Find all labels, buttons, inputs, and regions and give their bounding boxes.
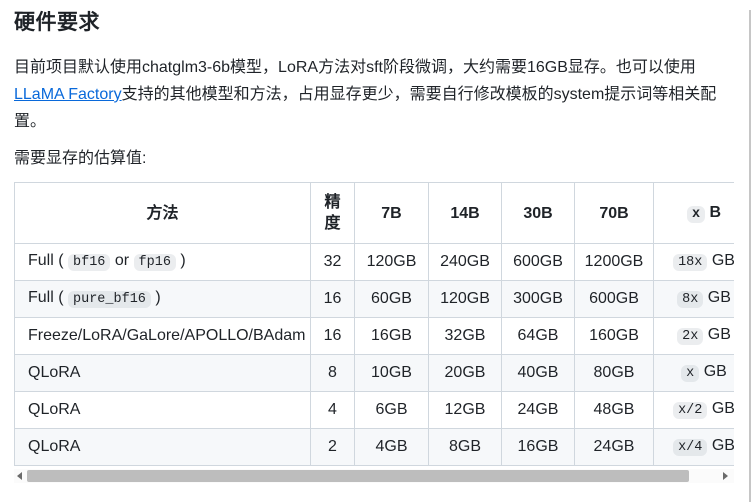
value-cell: 1200GB — [574, 243, 654, 281]
value-cell: 120GB — [428, 280, 502, 318]
value-cell: 16GB — [501, 428, 575, 466]
value-cell: 8 — [310, 354, 355, 392]
value-cell: 600GB — [501, 243, 575, 281]
method-cell: Full ( pure_bf16 ) — [14, 280, 311, 318]
value-cell: 24GB — [501, 391, 575, 429]
code-badge: bf16 — [68, 254, 111, 271]
code-badge: 8x — [677, 291, 704, 308]
value-cell: 2 — [310, 428, 355, 466]
memory-table-container: 方法 精度 7B 14B 30B 70B x B Full ( bf16 or fp16 )… — [14, 182, 734, 483]
scrollbar-thumb[interactable] — [27, 470, 689, 482]
value-cell: 32GB — [428, 317, 502, 355]
code-badge: x/2 — [673, 402, 708, 419]
table-row: Full ( bf16 or fp16 ) 32 120GB 240GB 600GB 12… — [14, 243, 734, 281]
value-cell: 80GB — [574, 354, 654, 392]
table-row: Full ( pure_bf16 ) 16 60GB 120GB 300GB 600GB 8… — [14, 280, 734, 318]
table-row: Freeze/LoRA/GaLore/APOLLO/BAdam 16 16GB 32G… — [14, 317, 734, 355]
value-cell: 24GB — [574, 428, 654, 466]
value-cell: 8GB — [428, 428, 502, 466]
code-badge: x — [686, 205, 706, 223]
method-cell: Full ( bf16 or fp16 ) — [14, 243, 311, 281]
intro-paragraph: 目前项目默认使用chatglm3-6b模型，LoRA方法对sft阶段微调，大约需… — [14, 54, 718, 135]
column-header: 方法 — [14, 182, 311, 244]
method-cell: QLoRA — [14, 391, 311, 429]
value-cell: 64GB — [501, 317, 575, 355]
code-badge: 18x — [673, 254, 708, 271]
scroll-right-arrow-icon[interactable] — [723, 472, 728, 480]
value-cell: 32 — [310, 243, 355, 281]
value-cell: 120GB — [354, 243, 429, 281]
column-header: 7B — [354, 182, 429, 244]
column-header: 精度 — [310, 182, 355, 244]
table-clip-region: 方法 精度 7B 14B 30B 70B x B Full ( bf16 or fp16 )… — [14, 182, 734, 466]
value-cell: 20GB — [428, 354, 502, 392]
value-cell: 48GB — [574, 391, 654, 429]
code-badge: x/4 — [673, 439, 708, 456]
value-cell: 10GB — [354, 354, 429, 392]
column-header: 14B — [428, 182, 502, 244]
horizontal-scrollbar[interactable] — [14, 469, 734, 483]
value-cell: 8x GB — [653, 280, 734, 318]
value-cell: 16GB — [354, 317, 429, 355]
value-cell: 2x GB — [653, 317, 734, 355]
value-cell: 40GB — [501, 354, 575, 392]
value-cell: 160GB — [574, 317, 654, 355]
code-badge: x — [681, 365, 700, 382]
page-title: 硬件要求 — [14, 11, 100, 34]
value-cell: 16 — [310, 317, 355, 355]
value-cell: 12GB — [428, 391, 502, 429]
code-badge: fp16 — [133, 254, 176, 271]
value-cell: x GB — [653, 354, 734, 392]
method-cell: QLoRA — [14, 354, 311, 392]
value-cell: 18x GB — [653, 243, 734, 281]
value-cell: x/2 GB — [653, 391, 734, 429]
llama-factory-link[interactable]: LLaMA Factory — [14, 86, 122, 103]
table-row: QLoRA 8 10GB 20GB 40GB 80GB x GB — [14, 354, 734, 392]
value-cell: 4 — [310, 391, 355, 429]
code-badge: 2x — [677, 328, 704, 345]
value-cell: 300GB — [501, 280, 575, 318]
estimate-label: 需要显存的估算值: — [14, 150, 147, 167]
memory-estimate-table: 方法 精度 7B 14B 30B 70B x B Full ( bf16 or fp16 )… — [14, 182, 734, 466]
window-edge-divider — [749, 10, 751, 502]
column-header: x B — [653, 182, 734, 244]
table-row: QLoRA 2 4GB 8GB 16GB 24GB x/4 GB — [14, 428, 734, 466]
intro-text-before-link: 目前项目默认使用chatglm3-6b模型，LoRA方法对sft阶段微调，大约需… — [14, 59, 696, 76]
value-cell: 16 — [310, 280, 355, 318]
column-header: 30B — [501, 182, 575, 244]
method-cell: QLoRA — [14, 428, 311, 466]
value-cell: 600GB — [574, 280, 654, 318]
memory-table-header-row: 方法 精度 7B 14B 30B 70B x B — [14, 182, 734, 244]
value-cell: x/4 GB — [653, 428, 734, 466]
scroll-left-arrow-icon[interactable] — [17, 472, 22, 480]
document-page: 硬件要求 目前项目默认使用chatglm3-6b模型，LoRA方法对sft阶段微… — [0, 10, 754, 483]
method-cell: Freeze/LoRA/GaLore/APOLLO/BAdam — [14, 317, 311, 355]
table-row: QLoRA 4 6GB 12GB 24GB 48GB x/2 GB — [14, 391, 734, 429]
value-cell: 240GB — [428, 243, 502, 281]
value-cell: 6GB — [354, 391, 429, 429]
value-cell: 4GB — [354, 428, 429, 466]
value-cell: 60GB — [354, 280, 429, 318]
code-badge: pure_bf16 — [68, 291, 151, 308]
column-header: 70B — [574, 182, 654, 244]
